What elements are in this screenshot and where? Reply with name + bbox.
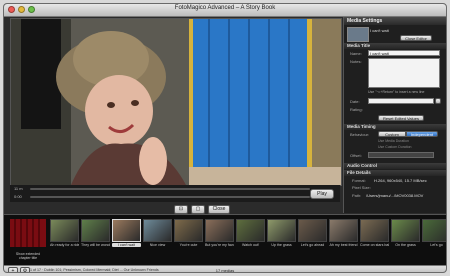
thumbnail-caption: They will be wonderful [81, 243, 110, 247]
date-picker-button[interactable] [435, 98, 441, 104]
media-thumbnail-1[interactable]: Ah ready for a ride [50, 219, 79, 260]
fullscreen-icon[interactable]: ▢ [191, 205, 205, 214]
media-thumbnail-6[interactable]: But you're my favorite [205, 219, 234, 260]
thumbnail-caption: Watch out! [241, 243, 260, 247]
rating-label: Rating: [350, 107, 363, 112]
thumbnail-caption: Let's go [430, 243, 443, 247]
name-field[interactable]: I can't wait [368, 50, 440, 56]
media-settings-panel: Media Settings I can't wait Close Editor… [343, 17, 446, 213]
title-slide-caption: Show extended chapter title [15, 252, 41, 260]
behaviour-label: Behaviour: [350, 132, 370, 137]
play-button[interactable]: Play [310, 189, 334, 199]
thumbnail-caption: But you're my favorite [205, 243, 234, 247]
range-slider[interactable] [30, 196, 310, 198]
media-count: 17 medias [215, 268, 235, 273]
app-window: FotoMagico Advanced – A Story Book 11 m … [3, 3, 447, 273]
media-thumbnail-12[interactable]: On the grass [391, 219, 420, 260]
preview-viewer[interactable] [10, 18, 342, 186]
media-thumbnail-4[interactable]: Nice view [143, 219, 172, 260]
media-thumbnail-11[interactable]: Come on stars baby [360, 219, 389, 260]
media-thumbnail-3[interactable]: I can't wait [112, 219, 141, 260]
thumbnail-caption: Ah my best friend [329, 243, 358, 247]
thumbnail-caption: I can't wait [112, 243, 141, 247]
thumbnail-image [112, 219, 141, 242]
title-bar: FotoMagico Advanced – A Story Book [4, 4, 446, 17]
notes-field[interactable] [368, 58, 440, 88]
media-thumbnail-10[interactable]: Ah my best friend [329, 219, 358, 260]
thumbnail-image [50, 219, 79, 242]
media-thumbnail-13[interactable]: Let's go [422, 219, 446, 260]
time-label-bottom: 0:00 [14, 194, 22, 199]
time-label-top: 11 m [14, 186, 23, 191]
title-slide-thumbnail[interactable]: Show extended chapter title [10, 219, 46, 260]
thumbnail-image [267, 219, 296, 242]
thumbnail-caption: Up the grass [271, 243, 292, 247]
media-file-name: I can't wait [370, 28, 389, 33]
thumbnail-caption: On the grass [395, 243, 416, 247]
name-label: Name: [350, 51, 362, 56]
position-slider[interactable] [30, 188, 310, 190]
thumbnail-image [298, 219, 327, 242]
scrubber-area: 11 m 0:00 Play [10, 185, 340, 202]
thumbnail-image [329, 219, 358, 242]
thumbnail-caption: Ah ready for a ride [50, 243, 79, 247]
media-thumbnail-5[interactable]: You're cute [174, 219, 203, 260]
thumbnail-image [205, 219, 234, 242]
media-thumbnail-8[interactable]: Up the grass [267, 219, 296, 260]
thumbnail-image [391, 219, 420, 242]
media-thumbnail-2[interactable]: They will be wonderful [81, 219, 110, 260]
media-timing-section[interactable]: Media Timing [344, 124, 446, 130]
date-field[interactable] [368, 98, 434, 104]
media-strip: Show extended chapter title Ah ready for… [4, 214, 446, 266]
media-thumbnail-9[interactable]: Let's go ahead [298, 219, 327, 260]
pixel-size-label: Pixel Size: [352, 185, 371, 190]
use-media-duration-checkbox[interactable]: Use Media Duration [378, 139, 409, 143]
reset-edited-values-button[interactable]: Reset Edited Values [378, 115, 424, 121]
offset-label: Offset: [350, 153, 362, 158]
thumbnail-list: Ah ready for a rideThey will be wonderfu… [50, 219, 446, 260]
close-editor-button[interactable]: Close Editor [400, 35, 432, 41]
status-bar: + ⚙ 1 of 17 · Dublin 101; Pessimism, Col… [4, 265, 446, 273]
audio-control-section[interactable]: Audio Control [344, 163, 446, 169]
media-settings-header: Media Settings [344, 17, 446, 25]
format-value: H.264, 960x540, 15.7 MB/sec [374, 178, 427, 183]
thumbnail-caption: Come on stars baby [360, 243, 389, 247]
thumbnail-image [143, 219, 172, 242]
media-thumbnail-7[interactable]: Watch out! [236, 219, 265, 260]
use-custom-duration-checkbox[interactable]: Use Custom Duration [378, 145, 411, 149]
thumbnail-caption: You're cute [179, 243, 198, 247]
thumbnail-image [174, 219, 203, 242]
behaviour-custom-option[interactable]: Custom [378, 131, 406, 137]
window-title: FotoMagico Advanced – A Story Book [174, 5, 276, 11]
notes-hint: Use "⌥+Return" to insert a new line [368, 90, 425, 94]
thumbnail-image [81, 219, 110, 242]
path-value: /Users/jmanu/.../MOV0038.MOV [366, 193, 424, 198]
preview-image [11, 19, 341, 185]
thumbnail-image [360, 219, 389, 242]
view-controls: ⊡ ▢ Close [174, 205, 230, 214]
close-button[interactable]: Close [208, 205, 230, 214]
thumbnail-caption: Nice view [149, 243, 166, 247]
media-thumbnail [347, 27, 369, 42]
thumbnail-image [422, 219, 446, 242]
offset-field[interactable] [368, 152, 434, 158]
file-details-section[interactable]: File Details [344, 170, 446, 176]
thumbnail-image [236, 219, 265, 242]
curtain-image [10, 219, 46, 247]
media-title-section[interactable]: Media Title [344, 43, 446, 49]
behaviour-independent-option[interactable]: Independent [406, 131, 438, 137]
thumbnail-caption: Let's go ahead [300, 243, 325, 247]
date-label: Date: [350, 99, 360, 104]
path-label: Path: [352, 193, 362, 198]
notes-label: Notes: [350, 59, 362, 64]
fit-view-icon[interactable]: ⊡ [174, 205, 188, 214]
format-label: Format: [352, 178, 366, 183]
